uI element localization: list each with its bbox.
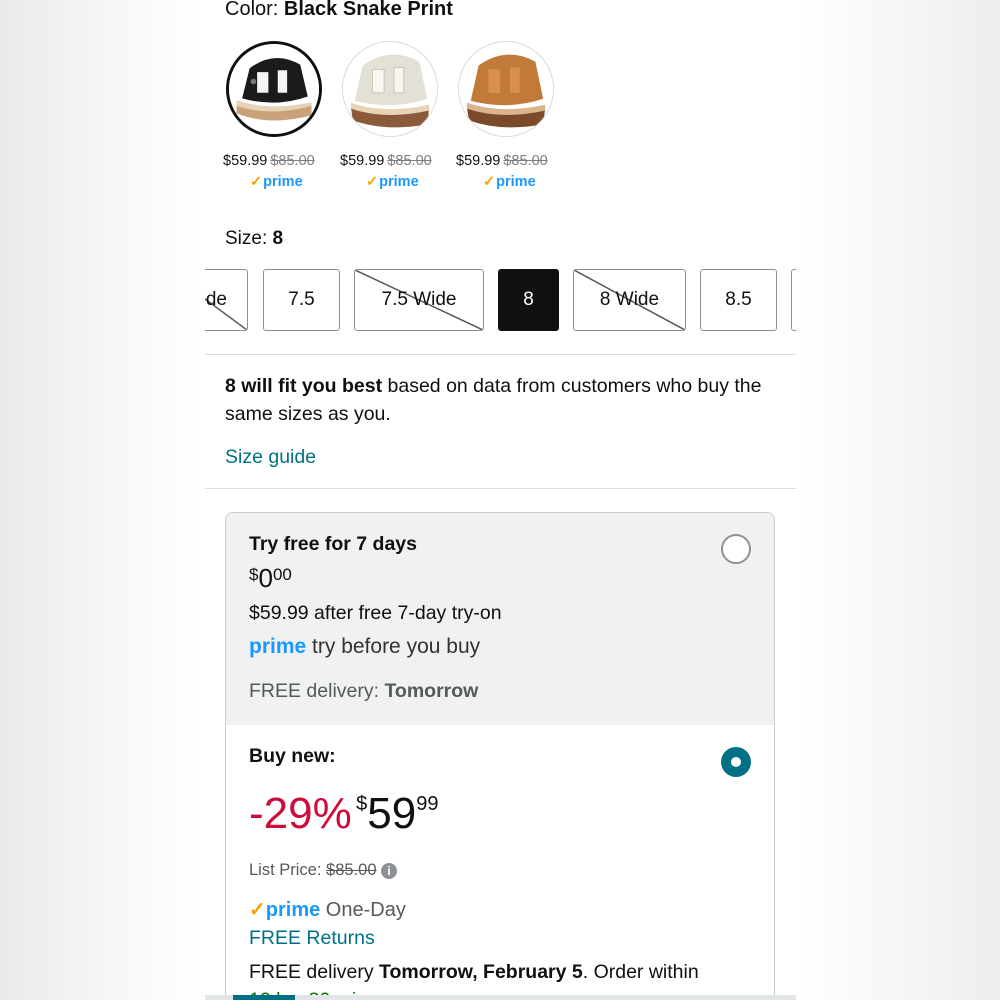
prime-badge: ✓prime [250,174,303,190]
background-right [796,0,1000,1000]
size-option-7-5-wide[interactable]: 7.5 Wide [354,269,484,331]
checkmark-icon: ✓ [483,174,496,190]
prime-badge: ✓prime [483,174,536,190]
divider [205,488,796,489]
checkmark-icon: ✓ [250,174,263,190]
try-free-after-text: $59.99 after free 7-day try-on [249,602,502,624]
free-returns-link[interactable]: FREE Returns [249,927,375,950]
discount-percent: -29% [249,789,352,838]
try-free-delivery: FREE delivery: Tomorrow [249,680,479,702]
size-value: 8 [272,228,284,249]
try-free-radio[interactable] [721,534,751,564]
sandal-tan-image [459,42,553,136]
size-option-unavailable[interactable]: de [205,269,248,331]
buy-new-title: Buy new: [249,745,336,767]
swatch-black[interactable] [226,41,322,137]
color-label: Color: [225,0,279,20]
divider [205,354,796,355]
size-option-8[interactable]: 8 [498,269,559,331]
prime-try-before-you-buy: prime try before you buy [249,635,481,658]
size-option-8-wide[interactable]: 8 Wide [573,269,686,331]
delivery-info: FREE delivery Tomorrow, February 5. Orde… [249,961,699,983]
swatch-tan[interactable] [458,41,554,137]
size-label: Size: [225,228,268,249]
prime-badge: ✓prime [366,174,419,190]
color-value: Black Snake Print [283,0,453,20]
buy-new-price: -29% $5999 [249,789,439,838]
checkmark-icon: ✓ [366,174,379,190]
checkmark-icon: ✓ [249,899,266,921]
swatch-white[interactable] [342,41,438,137]
info-icon[interactable]: i [381,863,398,879]
swatch-price: $59.99 $85.00 [340,153,432,169]
try-free-price: $000 [249,563,292,593]
fit-recommendation: 8 will fit you best based on data from c… [225,375,762,425]
size-option-7-5[interactable]: 7.5 [263,269,340,331]
size-selection-label: Size: 8 [225,228,283,250]
product-options-panel: Color: Black Snake Print $59.99 $85.00 $… [205,0,796,1000]
purchase-options-box: Try free for 7 days $000 $59.99 after fr… [225,512,775,1000]
prime-one-day: ✓prime One-Day [249,899,406,921]
buy-new-radio[interactable] [721,747,751,777]
list-price: List Price: $85.00 i [249,861,398,880]
try-before-you-buy-option[interactable]: Try free for 7 days $000 $59.99 after fr… [226,513,774,726]
color-selection-label: Color: Black Snake Print [225,0,453,21]
size-guide-link[interactable]: Size guide [225,446,316,469]
size-option-8-5[interactable]: 8.5 [700,269,777,331]
swatch-price: $59.99 $85.00 [456,153,548,169]
swatch-price: $59.99 $85.00 [223,153,315,169]
buy-new-option[interactable]: Buy new: -29% $5999 List Price: $85.00 i… [226,725,774,1000]
sandal-white-image [343,42,437,136]
scroll-indicator[interactable] [233,995,295,1000]
sandal-black-image [229,44,319,134]
size-option-next[interactable] [791,269,796,331]
background-left [0,0,205,1000]
try-free-title: Try free for 7 days [249,533,417,555]
